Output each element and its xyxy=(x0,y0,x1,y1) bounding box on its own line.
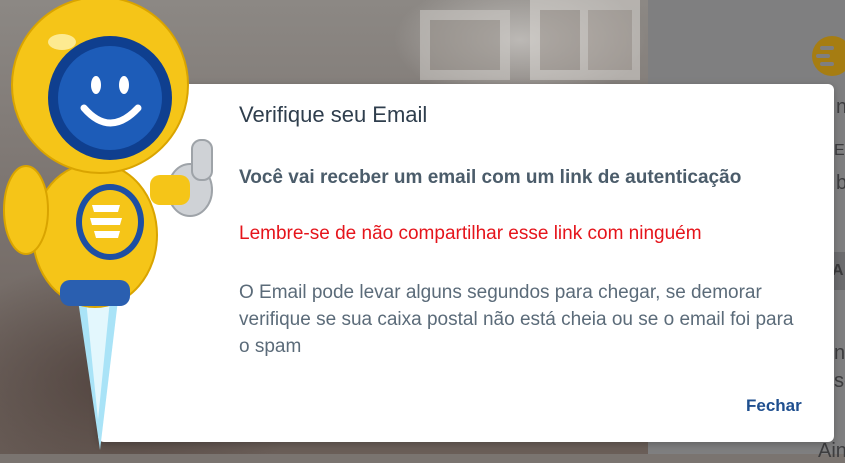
dialog-title: Verifique seu Email xyxy=(239,102,428,127)
background-text-fragment: so xyxy=(834,370,845,392)
background-text-fragment: E- xyxy=(834,142,845,159)
dialog-warning-text: Lembre-se de não compartilhar esse link … xyxy=(239,223,702,244)
brand-logo-icon xyxy=(812,36,845,76)
close-button[interactable]: Fechar xyxy=(746,396,802,416)
background-text-fragment: Ain xyxy=(818,440,845,462)
background-text-fragment: n xyxy=(834,342,845,364)
astronaut-mascot-icon xyxy=(3,0,213,450)
background-wall-frames xyxy=(420,0,640,80)
background-text-fragment: nt xyxy=(836,96,845,118)
dialog-body-text: O Email pode levar alguns segundos para … xyxy=(239,282,794,357)
dialog-subtitle: Você vai receber um email com um link de… xyxy=(239,167,742,188)
background-text-fragment: b xyxy=(836,172,845,194)
